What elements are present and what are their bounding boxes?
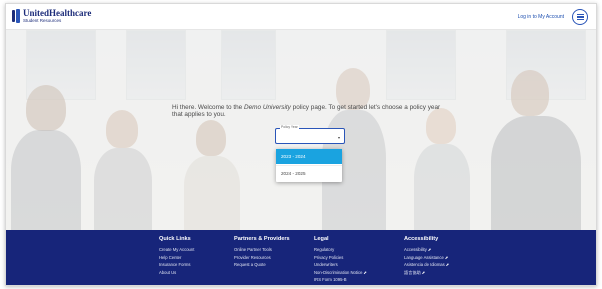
brand-name: UnitedHealthcare: [23, 8, 92, 18]
footer-link[interactable]: Regulatory: [314, 246, 367, 254]
footer-link[interactable]: IRS Form 1095-B: [314, 276, 367, 284]
footer-link[interactable]: Underwriters: [314, 261, 367, 269]
footer-legal: Legal Regulatory Privacy Policies Underw…: [314, 236, 367, 284]
footer-link[interactable]: Help Center: [159, 254, 194, 262]
dropdown-option[interactable]: 2023 - 2024: [276, 149, 342, 164]
university-name: Demo University: [244, 104, 291, 111]
footer-link[interactable]: About Us: [159, 269, 194, 277]
hamburger-menu-icon[interactable]: [572, 9, 588, 25]
footer-column-title: Partners & Providers: [234, 236, 290, 242]
footer-link[interactable]: Privacy Policies: [314, 254, 367, 262]
login-link[interactable]: Log in to My Account: [518, 14, 564, 20]
footer-link[interactable]: 語言協助⬈: [404, 269, 449, 277]
brand-subtitle: Student Resources: [23, 18, 62, 23]
uhc-logo-icon: [12, 9, 20, 24]
footer-link[interactable]: Non-Discrimination Notice⬈: [314, 269, 367, 277]
footer-link[interactable]: Request a Quote: [234, 261, 290, 269]
footer-link[interactable]: Online Partner Tools: [234, 246, 290, 254]
footer-quick-links: Quick Links Create My Account Help Cente…: [159, 236, 194, 276]
brand-logo[interactable]: UnitedHealthcare Student Resources: [12, 9, 91, 24]
external-link-icon: ⬈: [363, 269, 367, 275]
external-link-icon: ⬈: [445, 262, 450, 268]
footer-link[interactable]: Insurance Forms: [159, 261, 194, 269]
footer-column-title: Accessibility: [404, 236, 439, 242]
hero-banner: Hi there. Welcome to the Demo University…: [6, 30, 596, 230]
footer-column-title: Legal: [314, 236, 329, 242]
footer-link[interactable]: Accessibility⬈: [404, 246, 449, 254]
site-footer: Quick Links Create My Account Help Cente…: [6, 230, 596, 285]
footer-column-title: Quick Links: [159, 236, 191, 242]
footer-link[interactable]: Language Assistance⬈: [404, 254, 449, 262]
external-link-icon: ⬈: [444, 254, 449, 260]
policy-year-select[interactable]: Policy Year: [275, 124, 345, 144]
footer-link[interactable]: Provider Resources: [234, 254, 290, 262]
welcome-message: Hi there. Welcome to the Demo University…: [172, 104, 441, 119]
policy-year-dropdown: 2023 - 2024 2024 - 2025: [276, 149, 342, 182]
footer-partners-providers: Partners & Providers Online Partner Tool…: [234, 236, 290, 269]
footer-accessibility: Accessibility Accessibility⬈ Language As…: [404, 236, 449, 276]
dropdown-option[interactable]: 2024 - 2025: [276, 166, 342, 181]
external-link-icon: ⬈: [427, 247, 432, 252]
external-link-icon: ⬈: [421, 269, 426, 275]
browser-page: UnitedHealthcare Student Resources Log i…: [5, 3, 597, 286]
policy-year-label: Policy Year: [280, 125, 299, 129]
site-header: UnitedHealthcare Student Resources Log i…: [6, 4, 596, 30]
chevron-down-icon: [338, 137, 340, 139]
footer-link[interactable]: Create My Account: [159, 246, 194, 254]
footer-link[interactable]: Asistencia de Idiomas⬈: [404, 261, 449, 269]
